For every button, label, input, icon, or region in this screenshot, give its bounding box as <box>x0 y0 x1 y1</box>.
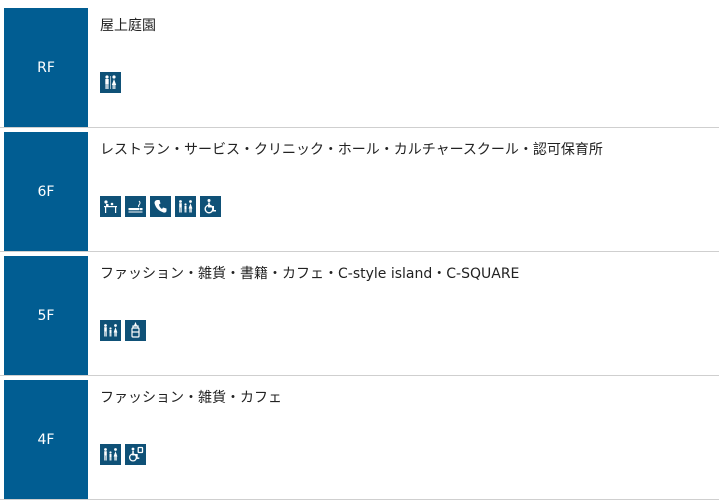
floor-info: レストラン・サービス・クリニック・ホール・カルチャースクール・認可保育所 <box>100 132 719 217</box>
family-restroom-icon <box>100 320 121 341</box>
floor-label-rf[interactable]: RF <box>4 8 88 127</box>
feeding-bottle-icon <box>125 320 146 341</box>
wheelchair-icon <box>200 196 221 217</box>
baby-changing-icon <box>100 196 121 217</box>
floor-label-4f[interactable]: 4F <box>4 380 88 499</box>
floor-description: ファッション・雑貨・カフェ <box>100 390 282 406</box>
floor-row-rf[interactable]: RF 屋上庭園 <box>0 0 719 128</box>
smoking-area-icon <box>125 196 146 217</box>
family-restroom-icon <box>100 444 121 465</box>
floor-row-5f[interactable]: 5F ファッション・雑貨・書籍・カフェ・C-style island・C-SQU… <box>0 248 719 376</box>
floor-description: 屋上庭園 <box>100 18 156 34</box>
floor-info: ファッション・雑貨・書籍・カフェ・C-style island・C-SQUARE <box>100 256 719 341</box>
facility-icons <box>100 196 221 217</box>
floor-info: 屋上庭園 <box>100 8 719 93</box>
telephone-icon <box>150 196 171 217</box>
floor-label-6f[interactable]: 6F <box>4 132 88 251</box>
facility-icons <box>100 444 146 465</box>
floor-info: ファッション・雑貨・カフェ <box>100 380 719 465</box>
floor-row-6f[interactable]: 6F レストラン・サービス・クリニック・ホール・カルチャースクール・認可保育所 <box>0 124 719 252</box>
floor-row-4f[interactable]: 4F ファッション・雑貨・カフェ <box>0 372 719 500</box>
restroom-icon <box>100 72 121 93</box>
facility-icons <box>100 320 146 341</box>
accessible-restroom-icon <box>125 444 146 465</box>
family-restroom-icon <box>175 196 196 217</box>
floor-label-5f[interactable]: 5F <box>4 256 88 375</box>
floor-description: レストラン・サービス・クリニック・ホール・カルチャースクール・認可保育所 <box>100 142 603 158</box>
floor-description: ファッション・雑貨・書籍・カフェ・C-style island・C-SQUARE <box>100 266 520 282</box>
facility-icons <box>100 72 121 93</box>
